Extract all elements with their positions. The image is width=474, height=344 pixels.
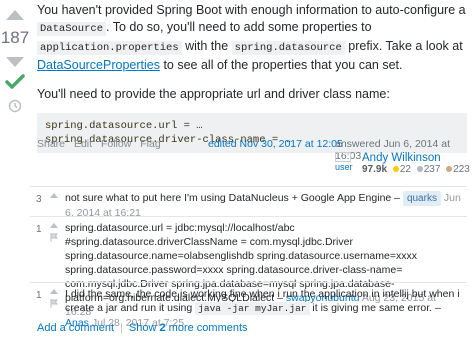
edit-link[interactable]: Edit: [74, 138, 92, 150]
edited-timestamp-link[interactable]: edited Nov 30, 2017 at 12:05: [208, 138, 343, 150]
vote-cell: 187: [0, 0, 30, 113]
comment: 1 I did the same, the code is working fi…: [30, 282, 467, 329]
share-link[interactable]: Share: [37, 138, 65, 150]
bronze-badge-count: 223: [453, 164, 470, 175]
comment-flag-icon[interactable]: [50, 299, 58, 308]
downvote-arrow-icon[interactable]: [6, 57, 24, 67]
bronze-badge-icon: [446, 166, 453, 172]
follow-link[interactable]: Follow: [101, 138, 131, 150]
inline-code-spring-datasource: spring.datasource: [231, 41, 345, 55]
comment-inline-code: java -jar myJar.jar: [195, 302, 310, 315]
comment: 1 spring.datasource.url = jdbc:mysql://l…: [30, 216, 467, 318]
answer-paragraph-2: You'll need to provide the appropriate u…: [37, 87, 390, 101]
show-more-comments-link[interactable]: Show 2 more comments: [129, 322, 248, 334]
reputation-score: 97.9k: [362, 164, 388, 175]
avatar-image-icon: [335, 152, 351, 162]
comment-score: 3: [36, 194, 42, 205]
vote-count: 187: [0, 28, 30, 47]
silver-badge-icon: [416, 166, 423, 172]
avatar-alt-text: user: [335, 162, 353, 172]
post-menu: Share Edit Follow Flag: [37, 138, 167, 150]
inline-code-datasource: DataSource: [37, 22, 107, 36]
author-name-link[interactable]: Andy Wilkinson: [362, 152, 441, 164]
comment-upvote-icon[interactable]: [50, 289, 58, 294]
comment-text-part-2: it is giving me same error. –: [309, 302, 441, 314]
inline-code-application-properties: application.properties: [37, 41, 182, 55]
silver-badge-count: 237: [423, 164, 441, 175]
comment: 3 not sure what to put here I'm using Da…: [30, 186, 467, 219]
comment-upvote-icon[interactable]: [50, 193, 58, 198]
comment-upvote-icon[interactable]: [50, 223, 58, 228]
add-comment-link[interactable]: Add a comment: [37, 322, 114, 334]
datasourceproperties-link[interactable]: DataSourceProperties: [37, 58, 160, 72]
accepted-checkmark-icon: [5, 74, 25, 89]
flag-link[interactable]: Flag: [140, 138, 160, 150]
history-clock-icon[interactable]: [8, 99, 22, 113]
comment-actions: Add a comment | Show 2 more comments: [37, 322, 248, 334]
comment-text: not sure what to put here I'm using Data…: [65, 192, 401, 204]
gold-badge-icon: [392, 166, 399, 172]
comment-score: 1: [36, 290, 42, 301]
avatar[interactable]: user: [335, 152, 357, 174]
code-line-1: spring.datasource.url = …: [45, 120, 203, 132]
comment-user-link[interactable]: quarks: [402, 191, 441, 206]
answer-paragraph-1: You haven't provided Spring Boot with en…: [37, 3, 466, 72]
comment-score: 1: [36, 224, 42, 235]
upvote-arrow-icon[interactable]: [6, 10, 24, 20]
author-reputation: 97.9k 22 237 223: [362, 164, 470, 175]
separator: |: [120, 322, 123, 334]
comment-flag-icon[interactable]: [50, 233, 58, 242]
comments-list: 3 not sure what to put here I'm using Da…: [30, 186, 467, 329]
gold-badge-count: 22: [399, 164, 411, 175]
answer-body: You haven't provided Spring Boot with en…: [37, 0, 467, 153]
